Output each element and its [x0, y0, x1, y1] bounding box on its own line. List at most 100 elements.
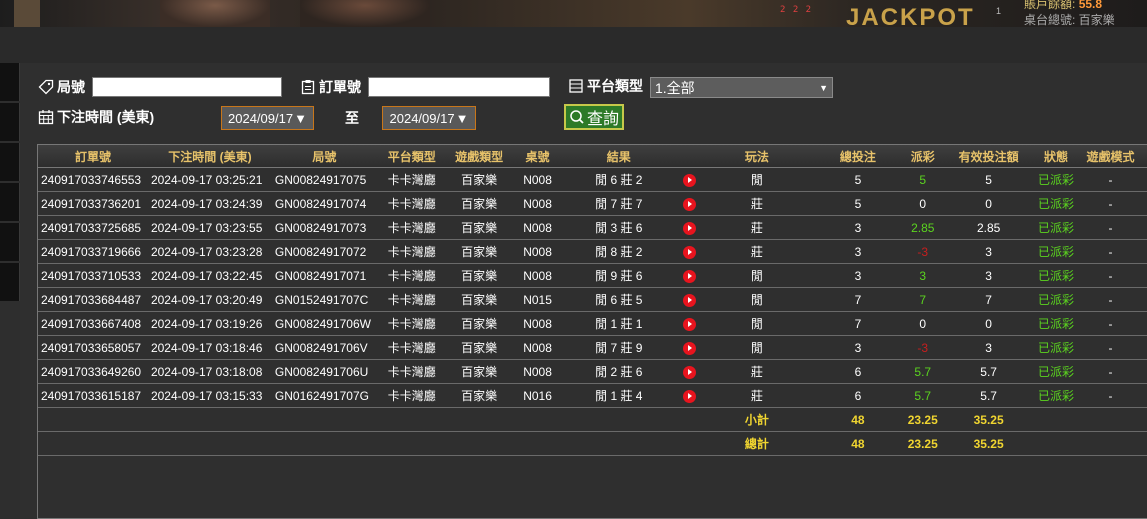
order-number-input[interactable] — [368, 77, 550, 97]
header-order-no[interactable]: 訂單號 — [38, 145, 148, 168]
order-no-cell: 240917033615187 — [38, 383, 148, 408]
game-mode-cell: - — [1074, 311, 1147, 336]
table-no-cell: N008 — [511, 239, 564, 264]
game-mode-cell: - — [1074, 191, 1147, 216]
play-icon[interactable] — [682, 173, 696, 187]
order-no-cell: 240917033725685 — [38, 215, 148, 240]
header-valid-bet[interactable]: 有效投注額 — [939, 145, 1039, 168]
calendar-icon — [38, 110, 54, 125]
round-no-cell: GN0082491706U — [271, 359, 377, 384]
empty-cell — [271, 407, 377, 432]
table-row: 240917033658057 2024-09-17 03:18:46 GN0082… — [38, 335, 1147, 360]
total-bet-cell: 6 — [809, 383, 907, 408]
payout-cell: 3 — [906, 263, 940, 288]
platform-type-select[interactable]: 1.全部 ▼ — [650, 77, 833, 98]
round-number-input[interactable] — [92, 77, 282, 97]
date-from-picker[interactable]: 2024/09/17 ▼ — [221, 106, 314, 130]
side-nav-item[interactable] — [0, 263, 20, 301]
game-type-cell: 百家樂 — [446, 263, 512, 288]
side-nav-item[interactable] — [0, 103, 20, 141]
banner-decoration — [14, 0, 40, 27]
summary-valid-bet: 35.25 — [939, 407, 1039, 432]
total-bet-cell: 3 — [809, 335, 907, 360]
payout-cell: 7 — [906, 287, 940, 312]
replay-cell — [674, 359, 705, 384]
header-game-mode[interactable]: 遊戲模式 — [1074, 145, 1147, 168]
summary-label: 總計 — [704, 431, 810, 456]
header-payout[interactable]: 派彩 — [906, 145, 940, 168]
table-row: 240917033710533 2024-09-17 03:22:45 GN0082… — [38, 263, 1147, 288]
payout-cell: -3 — [906, 239, 940, 264]
table-no-cell: N008 — [511, 167, 564, 192]
result-cell: 閒 6 莊 2 — [563, 167, 675, 192]
header-result[interactable]: 結果 — [563, 145, 675, 168]
header-bet-time[interactable]: 下注時間 (美東) — [147, 145, 272, 168]
play-icon[interactable] — [682, 389, 696, 403]
empty-cell — [1038, 431, 1075, 456]
side-nav-item[interactable] — [0, 63, 20, 101]
total-bet-cell: 3 — [809, 215, 907, 240]
status-cell: 已派彩 — [1038, 287, 1075, 312]
header-total-bet[interactable]: 總投注 — [809, 145, 907, 168]
empty-cell — [511, 431, 564, 456]
status-cell: 已派彩 — [1038, 359, 1075, 384]
play-icon[interactable] — [682, 197, 696, 211]
status-cell: 已派彩 — [1038, 263, 1075, 288]
valid-bet-cell: 0 — [939, 311, 1039, 336]
side-nav-item[interactable] — [0, 183, 20, 221]
total-bet-cell: 3 — [809, 239, 907, 264]
header-replay — [674, 145, 705, 168]
bet-time-label-text: 下注時間 (美東) — [57, 109, 155, 125]
play-icon[interactable] — [682, 365, 696, 379]
round-no-cell: GN0162491707G — [271, 383, 377, 408]
play-icon[interactable] — [682, 221, 696, 235]
table-no-cell: N008 — [511, 311, 564, 336]
play-icon[interactable] — [682, 269, 696, 283]
platform-cell: 卡卡灣廳 — [376, 239, 447, 264]
chevron-down-icon: ▼ — [819, 82, 828, 93]
game-mode-cell: - — [1074, 383, 1147, 408]
play-icon[interactable] — [682, 293, 696, 307]
header-round-no[interactable]: 局號 — [271, 145, 377, 168]
side-nav-item[interactable] — [0, 143, 20, 181]
account-balance: 賬戶餘額: 55.8 — [1024, 0, 1102, 11]
left-side-nav — [0, 63, 20, 303]
bet-record-table: 訂單號 下注時間 (美東) 局號 平台類型 遊戲類型 桌號 結果 玩法 總投注 … — [38, 145, 1147, 456]
query-button-label: 查詢 — [586, 111, 619, 128]
valid-bet-cell: 7 — [939, 287, 1039, 312]
order-label-text: 訂單號 — [319, 79, 361, 95]
total-bet-cell: 5 — [809, 191, 907, 216]
round-no-cell: GN00824917073 — [271, 215, 377, 240]
date-to-picker[interactable]: 2024/09/17 ▼ — [382, 106, 476, 130]
jackpot-logo: JACKPOT — [846, 4, 975, 28]
game-type-cell: 百家樂 — [446, 191, 512, 216]
sub-header-bar — [0, 27, 1147, 64]
query-button[interactable]: 查詢 — [564, 104, 624, 130]
table-body: 240917033746553 2024-09-17 03:25:21 GN0082… — [38, 167, 1147, 456]
date-from-value: 2024/09/17 — [228, 110, 294, 126]
game-type-cell: 百家樂 — [446, 335, 512, 360]
header-platform[interactable]: 平台類型 — [376, 145, 447, 168]
platform-cell: 卡卡灣廳 — [376, 167, 447, 192]
play-icon[interactable] — [682, 317, 696, 331]
play-icon[interactable] — [682, 341, 696, 355]
status-cell: 已派彩 — [1038, 239, 1075, 264]
play-icon[interactable] — [682, 245, 696, 259]
header-play-type[interactable]: 玩法 — [704, 145, 810, 168]
header-table-no[interactable]: 桌號 — [511, 145, 564, 168]
header-status[interactable]: 狀態 — [1038, 145, 1075, 168]
game-type-cell: 百家樂 — [446, 383, 512, 408]
status-cell: 已派彩 — [1038, 383, 1075, 408]
game-mode-cell: - — [1074, 215, 1147, 240]
play-type-cell: 莊 — [704, 383, 810, 408]
summary-payout: 23.25 — [906, 407, 940, 432]
header-game-type[interactable]: 遊戲類型 — [446, 145, 512, 168]
order-no-cell: 240917033667408 — [38, 311, 148, 336]
side-nav-item[interactable] — [0, 223, 20, 261]
table-row: 240917033615187 2024-09-17 03:15:33 GN0162… — [38, 383, 1147, 408]
table-no-cell: N008 — [511, 215, 564, 240]
game-mode-cell: - — [1074, 167, 1147, 192]
round-filter-label: 局號 — [38, 77, 85, 97]
table-row: 240917033684487 2024-09-17 03:20:49 GN0152… — [38, 287, 1147, 312]
status-cell: 已派彩 — [1038, 167, 1075, 192]
